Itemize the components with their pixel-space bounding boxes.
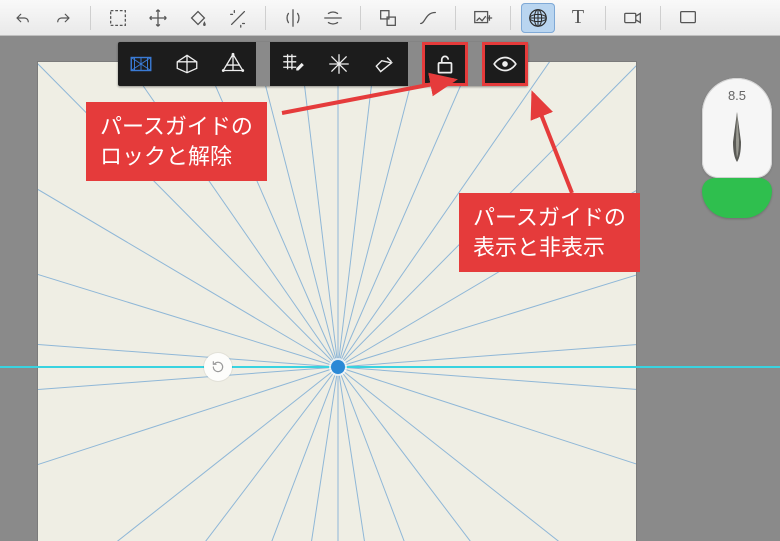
brush-tip-preview — [726, 112, 748, 166]
annotation-visibility-line1: パースガイドの — [473, 205, 626, 230]
annotation-lock-line1: パースガイドの — [100, 114, 253, 139]
wand-icon — [227, 7, 249, 29]
snap-star-icon — [326, 51, 352, 77]
separator — [265, 6, 266, 30]
redo-icon — [54, 9, 72, 27]
adjust-pen-icon — [372, 51, 398, 77]
annotation-lock: パースガイドの ロックと解除 — [86, 102, 267, 181]
one-point-mode-button[interactable] — [118, 42, 164, 86]
rotate-icon — [210, 359, 226, 375]
three-point-icon — [220, 51, 246, 77]
annotation-lock-line2: ロックと解除 — [100, 144, 232, 169]
move-icon — [147, 7, 169, 29]
grid-edit-button[interactable] — [270, 42, 316, 86]
annotation-visibility-line2: 表示と非表示 — [473, 235, 605, 260]
record-icon — [622, 7, 644, 29]
three-point-mode-button[interactable] — [210, 42, 256, 86]
shapes-icon — [377, 7, 399, 29]
undo-icon — [14, 9, 32, 27]
vanishing-point-handle[interactable] — [331, 360, 345, 374]
fill-tool-button[interactable] — [181, 3, 215, 33]
undo-button[interactable] — [6, 3, 40, 33]
brush-size-panel: 8.5 — [702, 78, 772, 218]
transform-tool-button[interactable] — [141, 3, 175, 33]
symmetry-h-icon — [322, 7, 344, 29]
separator — [90, 6, 91, 30]
adjust-button[interactable] — [362, 42, 408, 86]
separator — [605, 6, 606, 30]
one-point-icon — [128, 51, 154, 77]
text-icon: T — [572, 6, 584, 29]
selection-icon — [107, 7, 129, 29]
symmetry-vertical-button[interactable] — [276, 3, 310, 33]
separator — [510, 6, 511, 30]
top-toolbar: T — [0, 0, 780, 36]
separator — [660, 6, 661, 30]
image-plus-icon — [472, 7, 494, 29]
import-image-button[interactable] — [466, 3, 500, 33]
separator — [455, 6, 456, 30]
magic-tool-button[interactable] — [221, 3, 255, 33]
separator — [360, 6, 361, 30]
two-point-mode-button[interactable] — [164, 42, 210, 86]
toolbar-gap — [256, 42, 270, 86]
record-button[interactable] — [616, 3, 650, 33]
brush-size-value: 8.5 — [702, 88, 772, 103]
grid-pencil-icon — [280, 51, 306, 77]
symmetry-horizontal-button[interactable] — [316, 3, 350, 33]
unlock-icon — [432, 51, 458, 77]
symmetry-v-icon — [282, 7, 304, 29]
perspective-guide-button[interactable] — [521, 3, 555, 33]
perspective-grid-icon — [527, 7, 549, 29]
snap-button[interactable] — [316, 42, 362, 86]
lock-toggle-button[interactable] — [422, 42, 468, 86]
fullscreen-button[interactable] — [671, 3, 705, 33]
rotate-handle[interactable] — [204, 353, 232, 381]
perspective-sub-toolbar — [118, 42, 528, 86]
annotation-visibility: パースガイドの 表示と非表示 — [459, 193, 640, 272]
screen-icon — [677, 7, 699, 29]
eye-icon — [492, 51, 518, 77]
color-picker-button[interactable] — [702, 178, 772, 218]
two-point-icon — [174, 51, 200, 77]
toolbar-gap — [408, 42, 422, 86]
curve-icon — [417, 7, 439, 29]
brush-size-control[interactable]: 8.5 — [702, 78, 772, 178]
toolbar-gap — [468, 42, 482, 86]
shapes-button[interactable] — [371, 3, 405, 33]
horizon-line[interactable] — [0, 366, 780, 368]
selection-tool-button[interactable] — [101, 3, 135, 33]
bucket-icon — [187, 7, 209, 29]
visibility-toggle-button[interactable] — [482, 42, 528, 86]
brush-tip-icon — [726, 112, 748, 166]
curve-button[interactable] — [411, 3, 445, 33]
redo-button[interactable] — [46, 3, 80, 33]
text-tool-button[interactable]: T — [561, 3, 595, 33]
